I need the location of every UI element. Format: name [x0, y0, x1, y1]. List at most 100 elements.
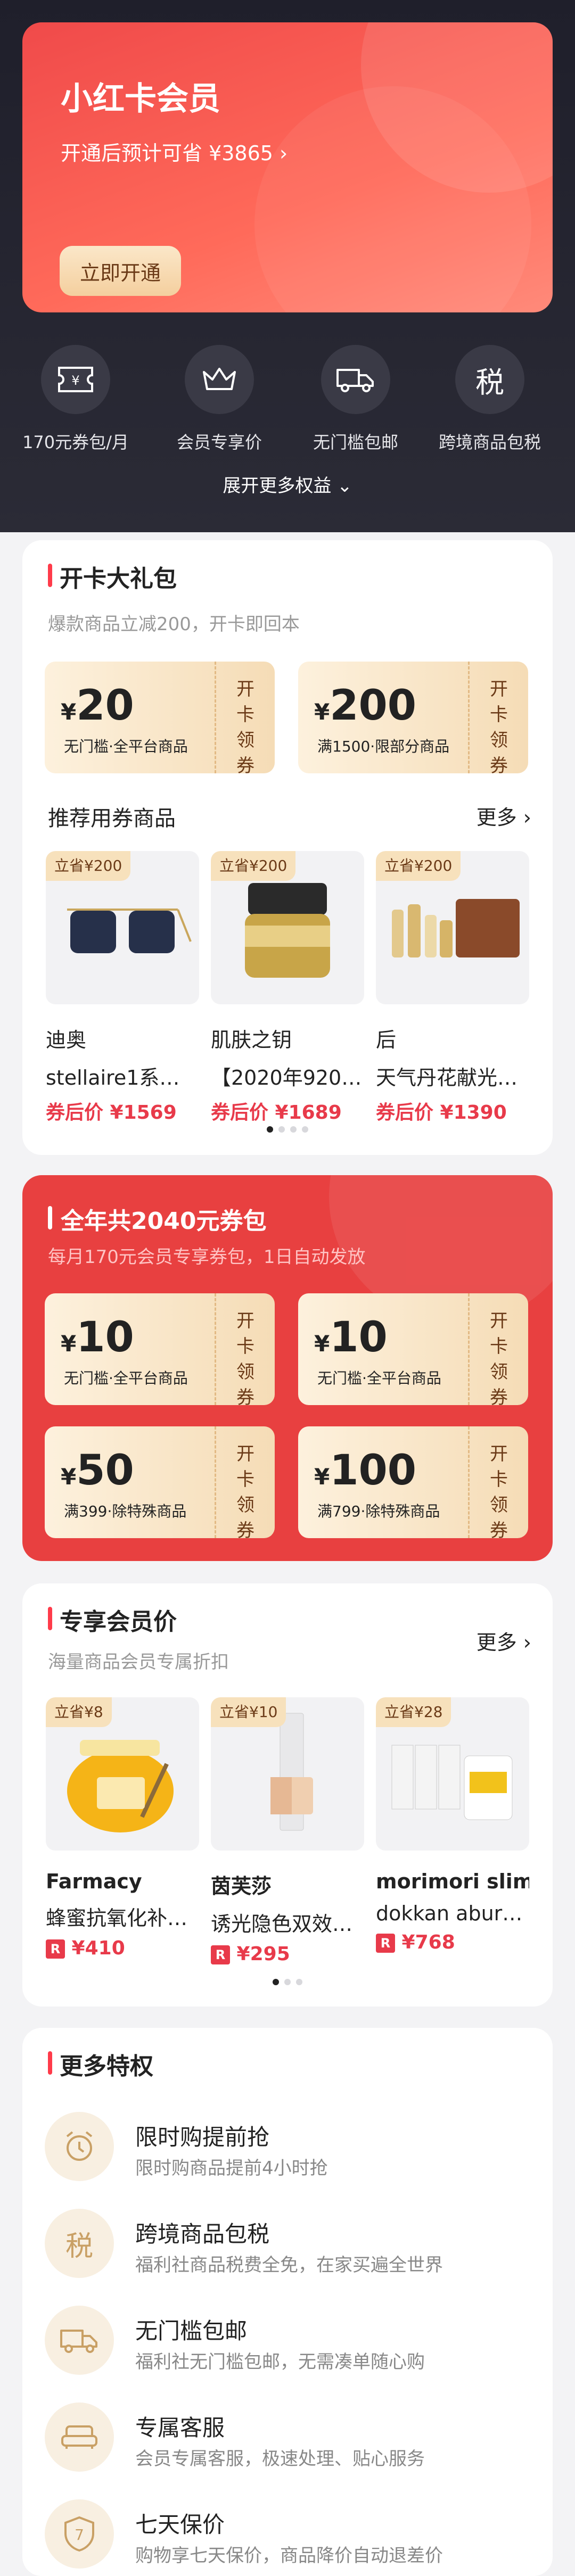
- claim-coupon-button[interactable]: 开卡领券: [215, 662, 275, 777]
- coupon-desc: 无门槛·全平台商品: [317, 1369, 441, 1387]
- perk-title: 无门槛包邮: [135, 2318, 248, 2344]
- perk-item[interactable]: 7 七天保价 购物享七天保价，商品降价自动退差价: [45, 2499, 524, 2574]
- claim-coupon-button[interactable]: 开卡领券: [215, 1426, 275, 1541]
- product-name: dokkan abura…: [376, 1902, 529, 1925]
- coupon-amount: 200: [330, 682, 417, 730]
- benefit-free-shipping[interactable]: 无门槛包邮: [292, 345, 420, 453]
- product-card[interactable]: 立省¥10 茵芙莎 诱光隐色双效维… R ¥295: [211, 1697, 364, 1965]
- product-name: 诱光隐色双效维…: [211, 1912, 364, 1936]
- alarm-clock-icon: [45, 2112, 114, 2181]
- carousel-dots: [22, 1977, 553, 1987]
- coupon-action: 开卡领券: [236, 679, 254, 777]
- coupon[interactable]: ¥200 满1500·限部分商品 开卡领券: [298, 662, 528, 777]
- savings-estimate-link[interactable]: 开通后预计可省 ¥3865 ›: [61, 137, 288, 166]
- perks-title: 更多特权: [48, 2047, 153, 2081]
- redcard-price-badge: R: [46, 1939, 65, 1959]
- coupon[interactable]: ¥10 无门槛·全平台商品 开卡领券: [298, 1293, 528, 1408]
- coupon-action: 开卡领券: [490, 1443, 508, 1541]
- benefit-label: 无门槛包邮: [313, 432, 398, 452]
- product-card[interactable]: 立省¥200 后 天气丹花献光彩… 券后价 ¥1390: [376, 851, 529, 1125]
- more-link[interactable]: 更多 ›: [477, 801, 531, 830]
- perk-desc: 福利社无门槛包邮，无需凑单随心购: [135, 2351, 425, 2373]
- coupon-currency: ¥: [314, 699, 330, 725]
- perk-desc: 会员专属客服，极速处理、贴心服务: [135, 2448, 425, 2470]
- coupon-amount: 100: [330, 1447, 417, 1495]
- perk-title: 跨境商品包税: [135, 2221, 270, 2247]
- coupon-currency: ¥: [314, 1464, 330, 1490]
- product-price: ¥410: [71, 1937, 125, 1959]
- perk-desc: 购物享七天保价，商品降价自动退差价: [135, 2545, 443, 2566]
- coupon[interactable]: ¥50 满399·除特殊商品 开卡领券: [45, 1426, 275, 1541]
- annual-coupon-package: 全年共2040元券包 每月170元会员专享券包，1日自动发放 ¥10 无门槛·全…: [22, 1175, 553, 1561]
- activate-now-button[interactable]: 立即开通: [60, 246, 181, 296]
- coupon-currency: ¥: [61, 1464, 77, 1490]
- coupon-action: 开卡领券: [490, 1310, 508, 1408]
- tax-icon: 税: [45, 2209, 114, 2278]
- membership-title: 小红卡会员: [61, 80, 220, 118]
- coupon[interactable]: ¥20 无门槛·全平台商品 开卡领券: [45, 662, 275, 777]
- claim-coupon-button[interactable]: 开卡领券: [468, 662, 528, 777]
- coupon[interactable]: ¥100 满799·除特殊商品 开卡领券: [298, 1426, 528, 1541]
- seven-glyph: 7: [75, 2526, 84, 2544]
- savings-tag: 立省¥10: [211, 1697, 286, 1727]
- perk-desc: 福利社商品税费全免，在家买遍全世界: [135, 2255, 443, 2276]
- product-price: ¥768: [401, 1931, 455, 1953]
- product-brand: morimori slim: [376, 1870, 529, 1893]
- product-card[interactable]: 立省¥8 Farmacy 蜂蜜抗氧化补水… R ¥410: [46, 1697, 199, 1959]
- coupon-currency: ¥: [61, 1331, 77, 1357]
- member-price-subtitle: 海量商品会员专属折扣: [48, 1652, 229, 1673]
- perk-item[interactable]: 无门槛包邮 福利社无门槛包邮，无需凑单随心购: [45, 2306, 524, 2380]
- shield-seven-icon: 7: [45, 2499, 114, 2569]
- benefit-label: 会员专享价: [176, 432, 262, 452]
- benefit-member-price[interactable]: 会员专享价: [155, 345, 283, 453]
- sofa-icon: [45, 2402, 114, 2472]
- benefit-label: 跨境商品包税: [438, 432, 541, 452]
- savings-tag: 立省¥28: [376, 1697, 451, 1727]
- recommended-title: 推荐用券商品: [48, 806, 176, 831]
- member-price-title: 专享会员价: [48, 1603, 177, 1637]
- coupon-desc: 无门槛·全平台商品: [64, 1369, 188, 1387]
- perk-item[interactable]: 专属客服 会员专属客服，极速处理、贴心服务: [45, 2402, 524, 2477]
- claim-coupon-button[interactable]: 开卡领券: [468, 1293, 528, 1408]
- coupon[interactable]: ¥10 无门槛·全平台商品 开卡领券: [45, 1293, 275, 1408]
- ticket-yen-icon: ¥: [41, 345, 110, 414]
- product-card[interactable]: 立省¥200 肌肤之钥 【2020年920】… 券后价 ¥1689: [211, 851, 364, 1125]
- claim-coupon-button[interactable]: 开卡领券: [468, 1426, 528, 1541]
- product-card[interactable]: 立省¥200 迪奥 stellaire1系列… 券后价 ¥1569: [46, 851, 199, 1125]
- gift-pack-card: 开卡大礼包 爆款商品立减200，开卡即回本 ¥20 无门槛·全平台商品 开卡领券…: [22, 540, 553, 1155]
- benefit-tax-free[interactable]: 税 跨境商品包税: [426, 345, 554, 453]
- product-name: 【2020年920】…: [211, 1066, 364, 1089]
- perk-item[interactable]: 限时购提前抢 限时购商品提前4小时抢: [45, 2112, 524, 2186]
- product-price: 券后价 ¥1689: [211, 1102, 342, 1124]
- coupon-desc: 满399·除特殊商品: [64, 1502, 187, 1520]
- perk-title: 七天保价: [135, 2512, 225, 2538]
- perk-item[interactable]: 税 跨境商品包税 福利社商品税费全免，在家买遍全世界: [45, 2209, 524, 2283]
- product-card[interactable]: 立省¥28 morimori slim dokkan abura… R ¥768: [376, 1697, 529, 1953]
- svg-text:¥: ¥: [71, 373, 79, 388]
- redcard-price-badge: R: [376, 1934, 395, 1953]
- more-link[interactable]: 更多 ›: [477, 1626, 531, 1655]
- carousel-dots: [22, 1125, 553, 1135]
- coupon-currency: ¥: [61, 699, 77, 725]
- membership-hero-card: 小红卡会员 开通后预计可省 ¥3865 › 立即开通: [22, 22, 553, 312]
- product-price: 券后价 ¥1569: [46, 1102, 177, 1124]
- gift-title: 开卡大礼包: [48, 559, 177, 593]
- more-perks-card: 更多特权 限时购提前抢 限时购商品提前4小时抢 税 跨境商品包税 福利社商品税费…: [22, 2028, 553, 2576]
- savings-tag: 立省¥200: [376, 851, 461, 881]
- coupon-amount: 10: [330, 1314, 388, 1361]
- member-price-card: 专享会员价 更多 › 海量商品会员专属折扣 立省¥8 Farmacy 蜂蜜抗氧化…: [22, 1583, 553, 2007]
- coupon-desc: 无门槛·全平台商品: [64, 738, 188, 755]
- product-brand: 茵芙莎: [211, 1875, 272, 1898]
- product-brand: 肌肤之钥: [211, 1028, 292, 1052]
- product-brand: Farmacy: [46, 1870, 142, 1893]
- perk-title: 专属客服: [135, 2415, 225, 2441]
- coupon-amount: 20: [76, 682, 134, 730]
- benefit-coupon[interactable]: ¥ 170元券包/月: [12, 345, 139, 453]
- expand-more-rights-button[interactable]: 展开更多权益 ⌄: [0, 471, 575, 497]
- redcard-price-badge: R: [211, 1945, 230, 1964]
- perk-title: 限时购提前抢: [135, 2124, 270, 2150]
- coupon-action: 开卡领券: [236, 1310, 254, 1408]
- package-title: 全年共2040元券包: [47, 1202, 266, 1236]
- claim-coupon-button[interactable]: 开卡领券: [215, 1293, 275, 1408]
- tax-glyph: 税: [475, 365, 504, 399]
